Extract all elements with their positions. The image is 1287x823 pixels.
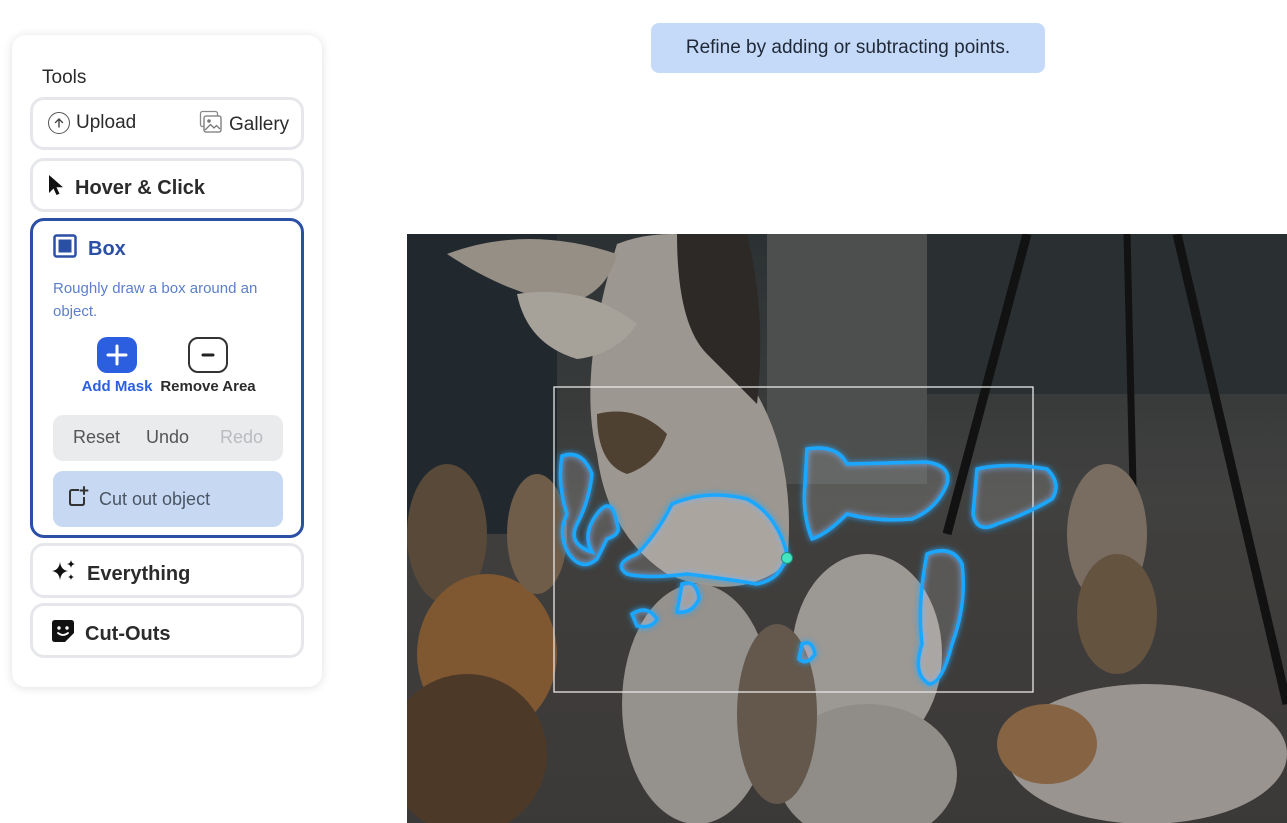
cursor-icon	[47, 174, 65, 202]
sticker-icon	[51, 619, 75, 649]
cut-out-object-button[interactable]: Cut out object	[53, 471, 283, 527]
undo-button[interactable]: Undo	[146, 427, 189, 448]
upload-button[interactable]: Upload	[48, 112, 136, 134]
cut-out-label: Cut out object	[99, 488, 211, 509]
gallery-label: Gallery	[229, 114, 290, 135]
everything-tool[interactable]: Everything	[30, 543, 304, 598]
add-mask-label: Add Mask	[81, 378, 153, 395]
image-canvas[interactable]	[407, 234, 1287, 823]
everything-label: Everything	[87, 562, 191, 585]
history-actions: Reset Undo Redo	[53, 415, 283, 461]
plus-icon	[97, 337, 137, 373]
redo-button[interactable]: Redo	[220, 427, 263, 448]
upload-icon	[48, 112, 70, 134]
cut-outs-tool[interactable]: Cut-Outs	[30, 603, 304, 658]
gallery-icon	[199, 110, 223, 140]
box-tool[interactable]: Box Roughly draw a box around an object.…	[30, 218, 304, 538]
reset-button[interactable]: Reset	[73, 427, 120, 448]
instruction-banner: Refine by adding or subtracting points.	[651, 23, 1045, 73]
upload-gallery-card: Upload Gallery	[30, 97, 304, 150]
cut-outs-label: Cut-Outs	[85, 622, 171, 645]
cats-photo	[407, 234, 1287, 823]
box-title: Box	[88, 237, 126, 260]
gallery-button[interactable]: Gallery	[199, 110, 289, 140]
tools-title: Tools	[42, 67, 87, 88]
box-description: Roughly draw a box around an object.	[53, 280, 258, 320]
sparkles-icon	[51, 559, 77, 589]
hover-click-label: Hover & Click	[75, 176, 206, 199]
box-icon	[53, 234, 77, 264]
crop-add-icon	[67, 485, 89, 513]
remove-area-button[interactable]: Remove Area	[157, 337, 259, 395]
remove-area-label: Remove Area	[160, 378, 256, 395]
hover-click-tool[interactable]: Hover & Click	[30, 158, 304, 212]
prompt-point-marker	[781, 552, 793, 564]
upload-label: Upload	[76, 112, 137, 133]
add-mask-button[interactable]: Add Mask	[77, 337, 157, 395]
minus-icon	[188, 337, 228, 373]
tools-panel: Tools Upload Gallery Hover & Click Box R…	[12, 35, 322, 687]
